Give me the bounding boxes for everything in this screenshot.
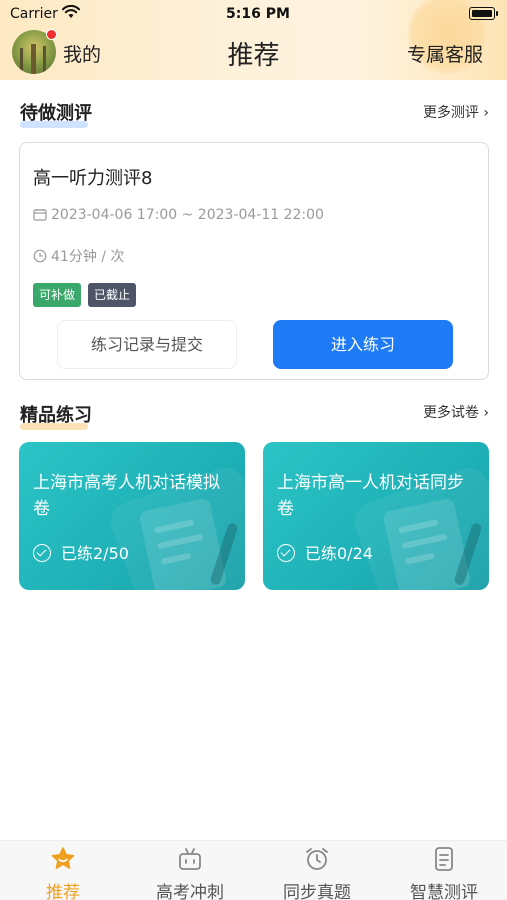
record-submit-button[interactable]: 练习记录与提交	[57, 320, 237, 369]
task-duration-value: 41分钟 / 次	[51, 249, 125, 265]
enter-practice-button[interactable]: 进入练习	[273, 320, 453, 369]
more-papers-label: 更多试卷	[422, 405, 479, 421]
tab-bar: 推荐 高考冲刺 同步真题 智慧测评	[0, 840, 507, 900]
tv-icon	[176, 845, 204, 877]
pending-section-title: 待做测评	[20, 99, 92, 128]
practice-card[interactable]: 上海市高考人机对话模拟卷 已练2/50	[19, 442, 245, 590]
check-circle-icon	[277, 544, 295, 562]
status-bar: Carrier 5:16 PM	[0, 0, 507, 28]
practice-card-progress: 已练2/50	[33, 540, 129, 564]
practice-progress-value: 已练2/50	[61, 544, 129, 563]
tab-label: 同步真题	[283, 883, 351, 900]
customer-service-link[interactable]: 专属客服	[407, 40, 483, 67]
task-duration: 41分钟 / 次	[33, 246, 124, 267]
tab-label: 推荐	[46, 883, 80, 900]
chevron-right-icon: ›	[483, 105, 489, 121]
battery-icon	[469, 7, 498, 20]
practice-card-title: 上海市高一人机对话同步卷	[277, 473, 464, 519]
more-papers-link[interactable]: 更多试卷 ›	[423, 402, 489, 422]
carrier-label: Carrier	[10, 6, 58, 22]
star-icon	[49, 845, 77, 877]
calendar-icon	[33, 208, 47, 225]
practice-card-progress: 已练0/24	[277, 540, 373, 564]
more-evaluations-label: 更多测评	[422, 105, 479, 121]
tab-gaokao-sprint[interactable]: 高考冲刺	[127, 841, 253, 900]
closed-tag: 已截止	[88, 283, 137, 307]
task-time: 2023-04-06 17:00 ~ 2023-04-11 22:00	[33, 207, 324, 225]
check-circle-icon	[33, 544, 51, 562]
task-name: 高一听力测评8	[33, 168, 153, 189]
tab-recommend[interactable]: 推荐	[0, 841, 126, 900]
tab-label: 智慧测评	[410, 883, 478, 900]
tab-label: 高考冲刺	[156, 883, 224, 900]
more-evaluations-link[interactable]: 更多测评 ›	[423, 102, 489, 122]
makeup-tag: 可补做	[33, 283, 82, 307]
task-card[interactable]: 高一听力测评8 2023-04-06 17:00 ~ 2023-04-11 22…	[19, 142, 489, 380]
practice-card-title: 上海市高考人机对话模拟卷	[33, 473, 220, 519]
pending-section-label: 待做测评	[20, 103, 92, 124]
clock-icon	[33, 249, 47, 267]
wifi-icon	[62, 4, 80, 23]
document-icon	[430, 845, 458, 877]
featured-section-title: 精品练习	[20, 401, 92, 430]
task-time-range: 2023-04-06 17:00 ~ 2023-04-11 22:00	[51, 207, 324, 223]
clock-time: 5:16 PM	[226, 6, 290, 22]
chevron-right-icon: ›	[483, 405, 489, 421]
practice-progress-value: 已练0/24	[305, 544, 373, 563]
alarm-clock-icon	[303, 845, 331, 877]
tab-sync-exams[interactable]: 同步真题	[254, 841, 380, 900]
tab-smart-evaluation[interactable]: 智慧测评	[381, 841, 507, 900]
featured-section-label: 精品练习	[20, 405, 92, 426]
practice-card[interactable]: 上海市高一人机对话同步卷 已练0/24	[263, 442, 489, 590]
